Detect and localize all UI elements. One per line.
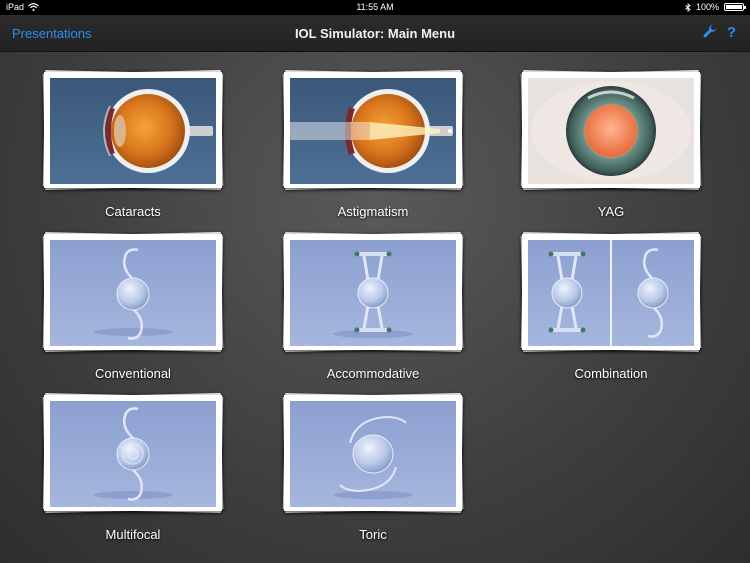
menu-label: Cataracts [105,204,161,219]
bluetooth-icon [685,2,691,12]
status-time: 11:55 AM [356,2,394,12]
battery-percent: 100% [695,2,719,12]
combination-lens [528,240,694,346]
battery-level [726,5,742,9]
menu-label: Combination [574,366,648,381]
astigmatism-eye-light-beam [290,78,456,184]
help-icon[interactable]: ? [727,24,736,42]
menu-label: Conventional [95,366,171,381]
menu-item-cataracts[interactable]: Cataracts [40,69,226,225]
menu-item-conventional[interactable]: Conventional [40,231,226,387]
menu-label: Multifocal [105,527,161,542]
navigation-bar: Presentations IOL Simulator: Main Menu ? [0,15,750,52]
conventional-lens [50,240,216,346]
menu-item-yag[interactable]: YAG [518,69,704,225]
menu-item-accommodative[interactable]: Accommodative [280,231,466,387]
menu-item-multifocal[interactable]: Multifocal [40,392,226,548]
menu-item-toric[interactable]: Toric [280,392,466,548]
status-bar: iPad 11:55 AM 100% [0,0,750,15]
multifocal-lens [50,401,216,507]
cataract-eye-cross-section [50,78,216,184]
accommodative-lens [290,240,456,346]
menu-label: Astigmatism [337,204,409,219]
menu-item-combination[interactable]: Combination [518,231,704,387]
battery-icon [724,3,746,11]
menu-label: YAG [597,204,625,219]
page-title: IOL Simulator: Main Menu [294,26,456,41]
menu-item-astigmatism[interactable]: Astigmatism [280,69,466,225]
menu-label: Accommodative [326,366,420,381]
toric-lens [290,401,456,507]
yag-iris-closeup [528,78,694,184]
menu-label: Toric [359,527,387,542]
wrench-icon[interactable] [703,24,717,42]
